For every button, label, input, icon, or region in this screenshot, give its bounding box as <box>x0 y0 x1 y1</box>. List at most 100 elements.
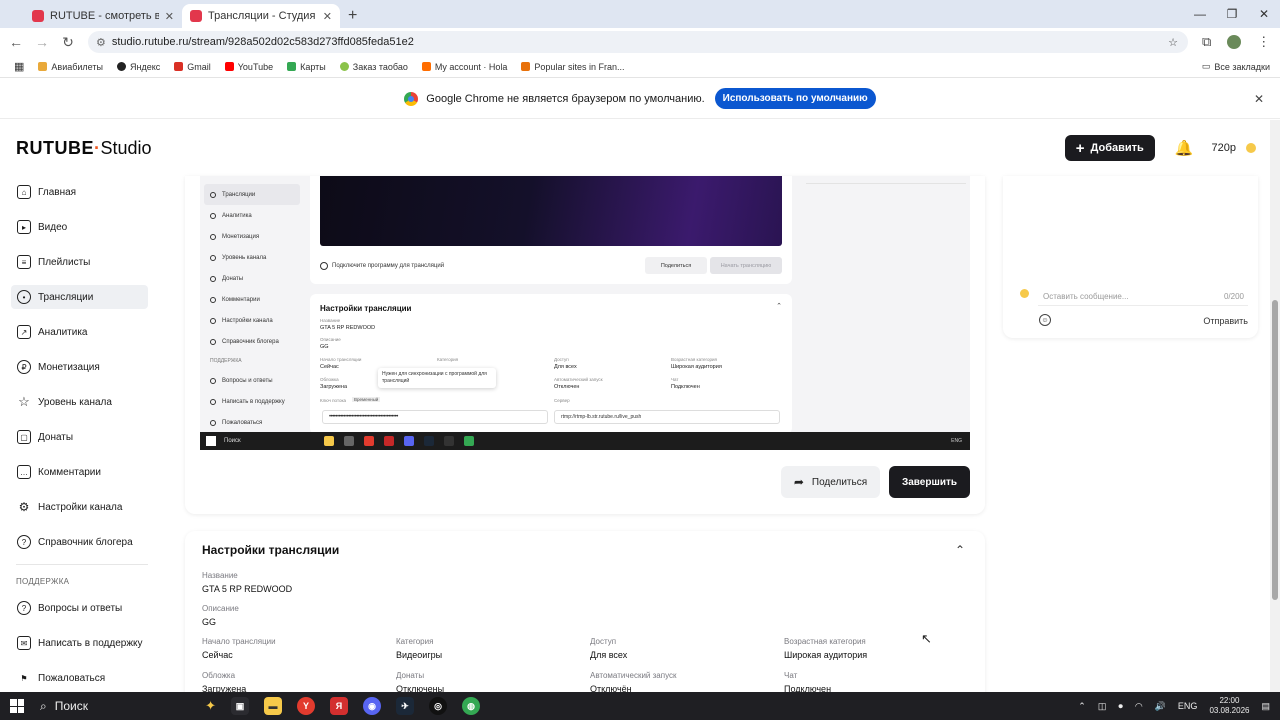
mini-tooltip: Нужен для синхронизации с программой для… <box>378 368 496 388</box>
mini-value: GTA 5 RP REDWOOD <box>320 325 376 331</box>
send-button[interactable]: Отправить <box>1203 316 1248 326</box>
browser-tab-rutube[interactable]: RUTUBE - смотреть видео он... ✕ <box>24 4 182 28</box>
mini-search: Поиск <box>224 438 241 444</box>
obs-icon[interactable]: ◎ <box>429 697 447 715</box>
sidebar-item-label: Трансляции <box>38 291 94 303</box>
bookmark-label: My account · Hola <box>434 61 508 72</box>
info-icon <box>320 262 328 270</box>
system-tray: ⌃ ◫ ⏺ ◠ 🔊 ENG 22:00 03.08.2026 ▤ <box>1078 696 1270 717</box>
field-value: GG <box>202 617 217 627</box>
sidebar-item-help[interactable]: ? Справочник блогера <box>11 530 148 554</box>
sidebar-item-channel-level[interactable]: ☆ Уровень канала <box>11 390 148 414</box>
notification-icon[interactable]: ▤ <box>1261 701 1270 712</box>
bookmarks-bar: ▦ Авиабилеты Яндекс Gmail YouTube Карты … <box>0 56 1280 78</box>
mini-label: Ключ потока <box>320 398 347 403</box>
mini-value: GG <box>320 344 329 350</box>
mini-player-card: Подключите программу для трансляций Поде… <box>310 176 792 284</box>
mini-nav-item: Комментарии <box>204 289 300 310</box>
sidebar-divider <box>16 564 148 565</box>
mini-nav-label: Донаты <box>222 275 244 282</box>
bookmark-item[interactable]: My account · Hola <box>421 61 508 72</box>
sidebar-item-video[interactable]: ▸ Видео <box>11 215 148 239</box>
mini-key-field: ••••••••••••••••••••••••••••••••••••••••… <box>322 410 548 424</box>
scrollbar-thumb[interactable] <box>1272 300 1278 600</box>
discord-icon[interactable]: ◉ <box>363 697 381 715</box>
restore-icon[interactable]: ❐ <box>1216 0 1248 28</box>
add-button[interactable]: + Добавить <box>1064 135 1155 161</box>
browser-tab-studio[interactable]: Трансляции - Студия RUTUBE ✕ <box>182 4 340 28</box>
close-infobar-icon[interactable]: ✕ <box>1254 92 1264 106</box>
back-icon[interactable]: ← <box>4 34 28 50</box>
menu-icon[interactable]: ⋮ <box>1257 34 1270 50</box>
bookmark-item[interactable]: Карты <box>287 62 326 72</box>
rutube-studio-logo[interactable]: RUTUBE·Studio <box>16 138 152 159</box>
site-info-icon[interactable]: ⚙ <box>96 36 106 49</box>
sidebar-item-comments[interactable]: … Комментарии <box>11 460 148 484</box>
taskbar-search[interactable]: ⌕ Поиск ✦ <box>40 698 216 714</box>
mini-share-button: Поделиться <box>645 257 707 274</box>
clock[interactable]: 22:00 03.08.2026 <box>1209 696 1249 717</box>
sidebar-item-playlists[interactable]: ≡ Плейлисты <box>11 250 148 274</box>
apps-icon[interactable]: ▦ <box>14 60 24 73</box>
sidebar-item-donations[interactable]: ▢ Донаты <box>11 425 148 449</box>
yandex-icon[interactable]: Я <box>330 697 348 715</box>
network-icon[interactable]: ◫ <box>1098 701 1107 712</box>
sidebar-item-channel-settings[interactable]: ⚙ Настройки канала <box>11 495 148 519</box>
mini-settings-card: Настройки трансляции ⌃ Название GTA 5 RP… <box>310 294 792 434</box>
steam-icon[interactable]: ✈ <box>396 697 414 715</box>
bell-icon[interactable]: 🔔 <box>1175 139 1194 157</box>
minimize-icon[interactable]: — <box>1184 0 1216 28</box>
mini-app-icon <box>324 436 334 446</box>
chat-message-input[interactable]: Оставить сообщение... <box>1038 288 1248 306</box>
page-scrollbar[interactable] <box>1270 120 1280 692</box>
new-tab-button[interactable]: + <box>348 7 357 25</box>
windows-start-icon[interactable] <box>10 699 24 713</box>
profile-avatar[interactable] <box>1227 35 1242 49</box>
share-button[interactable]: ➦ Поделиться <box>781 466 880 498</box>
mini-icon <box>210 338 216 345</box>
tab-title: RUTUBE - смотреть видео он... <box>50 10 159 22</box>
avatar[interactable] <box>1246 143 1256 153</box>
chevron-up-icon[interactable]: ⌃ <box>955 543 965 557</box>
forward-icon[interactable]: → <box>30 34 54 50</box>
sidebar-item-write-support[interactable]: ✉ Написать в поддержку <box>11 631 148 655</box>
task-view-icon[interactable]: ▣ <box>231 697 249 715</box>
file-explorer-icon[interactable]: ▬ <box>264 697 282 715</box>
wifi-icon[interactable]: ◠ <box>1135 701 1143 712</box>
sidebar-item-faq[interactable]: ? Вопросы и ответы <box>11 596 148 620</box>
bookmark-item[interactable]: Заказ таобао <box>339 62 408 72</box>
bookmark-item[interactable]: Яндекс <box>116 62 160 72</box>
mouse-cursor-icon: ↖ <box>921 631 932 646</box>
close-tab-icon[interactable]: ✕ <box>323 10 332 23</box>
bookmark-item[interactable]: Gmail <box>174 62 211 72</box>
language-indicator[interactable]: ENG <box>1178 701 1198 711</box>
close-tab-icon[interactable]: ✕ <box>165 10 174 23</box>
sidebar-item-analytics[interactable]: ↗ Аналитика <box>11 320 148 344</box>
sidebar-item-monetization[interactable]: ₽ Монетизация <box>11 355 148 379</box>
extensions-icon[interactable]: ⧉ <box>1202 34 1211 50</box>
chevron-up-icon[interactable]: ⌃ <box>1078 701 1086 712</box>
mic-icon[interactable]: ⏺ <box>1118 701 1123 712</box>
mini-nav-label: Комментарии <box>222 296 260 303</box>
sidebar-item-report[interactable]: ⚑ Пожаловаться <box>11 666 148 690</box>
bookmark-item[interactable]: YouTube <box>224 62 273 72</box>
volume-icon[interactable]: 🔊 <box>1155 701 1166 712</box>
bookmark-item[interactable]: Popular sites in Fran... <box>521 62 624 72</box>
chrome-icon[interactable]: ◍ <box>462 697 480 715</box>
url-bar[interactable]: ⚙ studio.rutube.ru/stream/928a502d02c583… <box>88 31 1188 53</box>
emoji-icon[interactable]: ☺ <box>1039 314 1051 326</box>
sidebar-item-home[interactable]: ⌂ Главная <box>11 180 148 204</box>
reload-icon[interactable]: ↻ <box>56 34 80 51</box>
close-window-icon[interactable]: ✕ <box>1248 0 1280 28</box>
quality-selector[interactable]: 720p <box>1212 142 1256 154</box>
sidebar-item-label: Пожаловаться <box>38 672 106 684</box>
all-bookmarks[interactable]: ▭ Все закладки <box>1202 61 1270 72</box>
bookmark-item[interactable]: Авиабилеты <box>38 62 103 72</box>
sidebar-item-streams[interactable]: • Трансляции <box>11 285 148 309</box>
yandex-browser-icon[interactable]: Y <box>297 697 315 715</box>
end-stream-button[interactable]: Завершить <box>889 466 970 498</box>
bookmark-star-icon[interactable]: ☆ <box>1168 36 1178 49</box>
set-default-button[interactable]: Использовать по умолчанию <box>714 88 876 109</box>
sidebar-item-label: Комментарии <box>38 466 101 478</box>
clock-time: 22:00 <box>1219 695 1240 705</box>
